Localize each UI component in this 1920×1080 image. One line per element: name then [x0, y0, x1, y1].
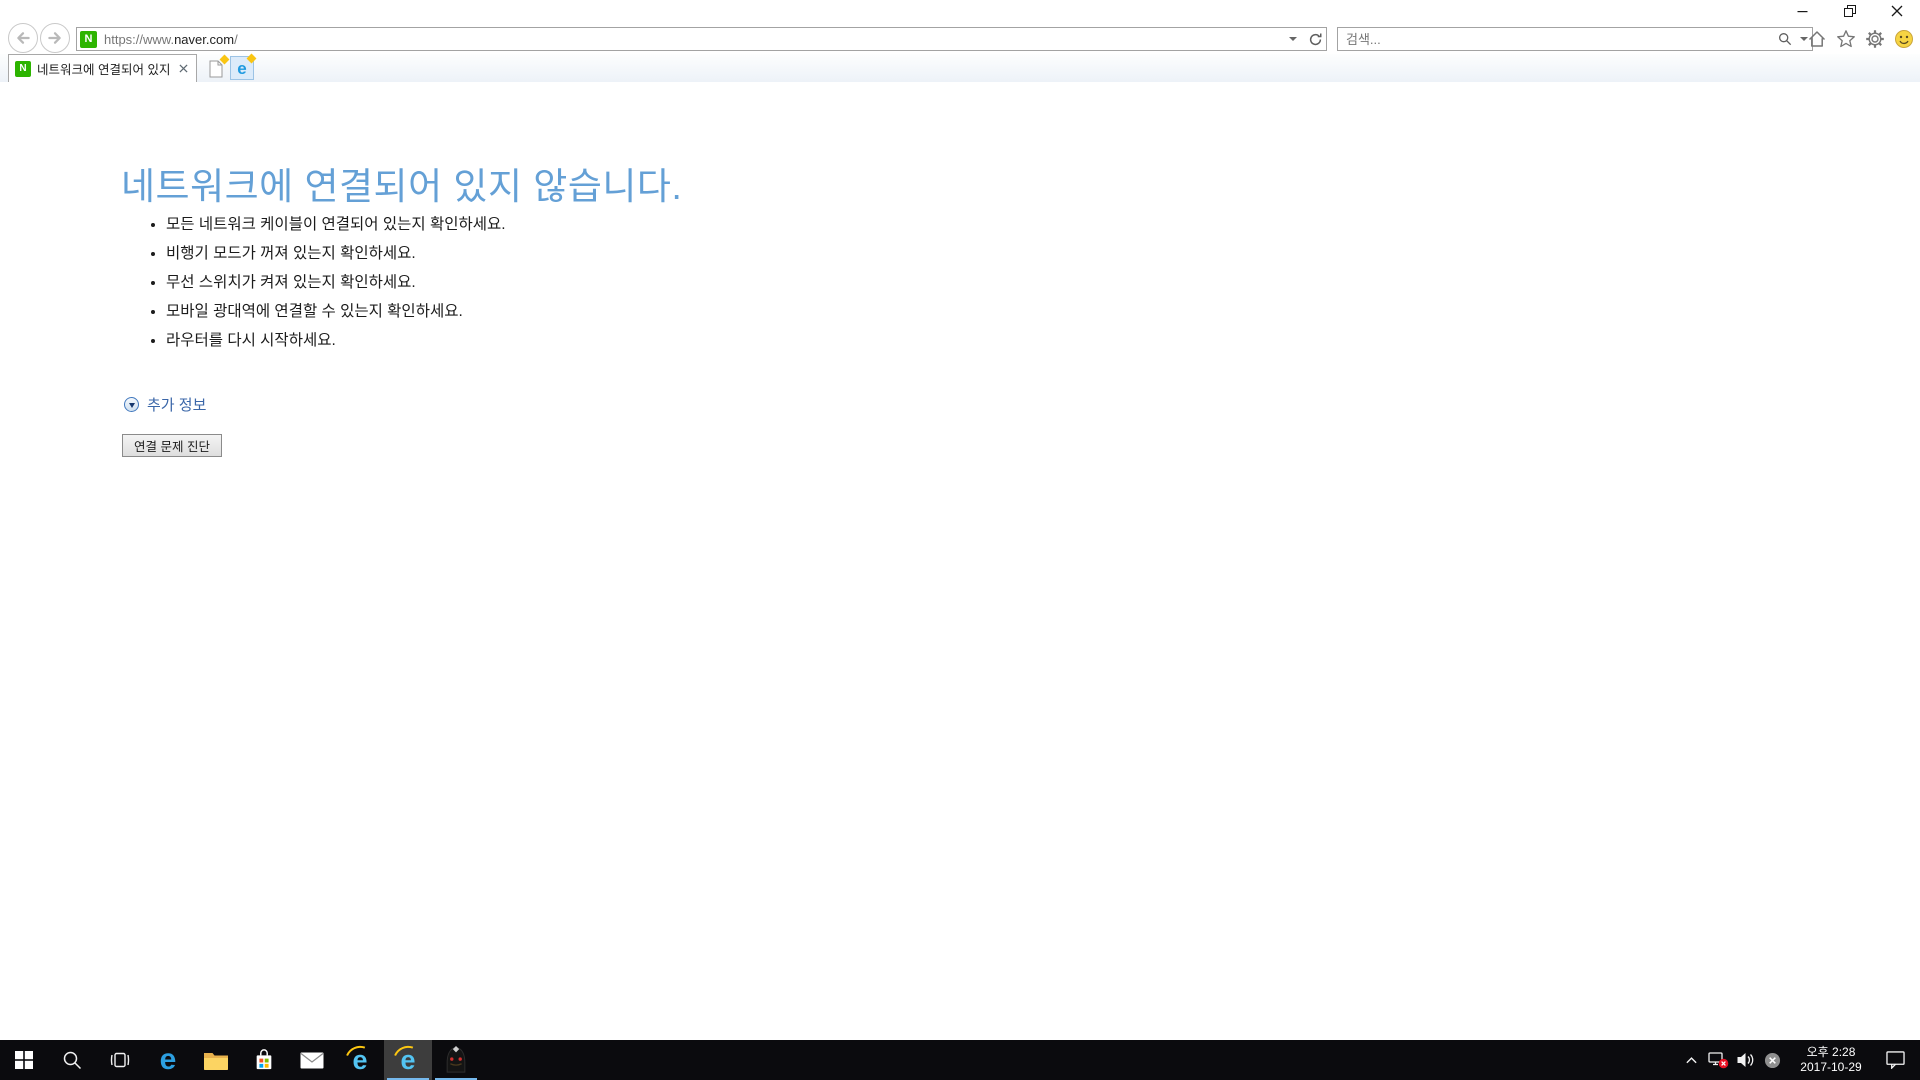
ie-swoosh-icon — [341, 1041, 378, 1077]
smiley-icon — [1894, 29, 1914, 49]
url-text: https://www.naver.com/ — [104, 32, 238, 47]
settings-button[interactable] — [1864, 28, 1886, 50]
tray-app-close-icon[interactable] — [1759, 1040, 1786, 1080]
url-protocol: https://www. — [104, 32, 174, 47]
naver-favicon: N — [80, 31, 97, 48]
back-arrow-icon — [9, 24, 37, 52]
forward-button[interactable] — [40, 23, 70, 53]
page-content: 네트워크에 연결되어 있지 않습니다. 모든 네트워크 케이블이 연결되어 있는… — [0, 82, 1920, 1040]
feedback-button[interactable] — [1893, 28, 1915, 50]
x-circle-icon — [1764, 1052, 1781, 1069]
windows-logo-icon — [15, 1051, 33, 1069]
speaker-icon — [1736, 1052, 1755, 1068]
taskbar-edge-icon[interactable]: e — [144, 1040, 192, 1080]
list-item: 무선 스위치가 켜져 있는지 확인하세요. — [166, 268, 506, 297]
network-status-icon[interactable] — [1705, 1040, 1732, 1080]
system-tray: 오후 2:28 2017-10-29 — [1678, 1040, 1920, 1080]
forward-arrow-icon — [41, 24, 69, 52]
ie-logo-icon: e — [345, 1045, 375, 1075]
restore-button[interactable] — [1826, 0, 1873, 22]
network-disconnected-icon — [1708, 1051, 1729, 1069]
taskbar-clock[interactable]: 오후 2:28 2017-10-29 — [1792, 1045, 1870, 1075]
tab-network-error[interactable]: N 네트워크에 연결되어 있지 ... — [8, 54, 197, 82]
refresh-icon — [1308, 32, 1323, 47]
action-center-button[interactable] — [1876, 1040, 1914, 1080]
close-icon — [1891, 5, 1903, 17]
edge-logo-icon: e — [237, 60, 246, 77]
mail-envelope-icon — [300, 1052, 324, 1069]
more-info-expander[interactable]: 추가 정보 — [124, 394, 206, 415]
close-button[interactable] — [1873, 0, 1920, 22]
list-item: 라우터를 다시 시작하세요. — [166, 326, 506, 355]
taskbar-ie-icon[interactable]: e — [336, 1040, 384, 1080]
show-hidden-icons-button[interactable] — [1678, 1040, 1705, 1080]
window-controls — [1779, 0, 1920, 22]
chevron-down-icon — [1289, 37, 1297, 41]
list-item: 비행기 모드가 꺼져 있는지 확인하세요. — [166, 239, 506, 268]
tab-title: 네트워크에 연결되어 있지 ... — [37, 59, 172, 78]
tab-strip: N 네트워크에 연결되어 있지 ... e — [0, 54, 1920, 82]
home-button[interactable] — [1806, 28, 1828, 50]
naver-favicon: N — [15, 61, 31, 77]
search-box[interactable] — [1337, 27, 1813, 51]
more-info-label: 추가 정보 — [147, 394, 206, 415]
search-icon — [62, 1050, 82, 1070]
taskbar-ie-icon-active[interactable]: e — [384, 1040, 432, 1080]
folder-icon — [203, 1050, 229, 1071]
taskbar: e e e — [0, 1040, 1920, 1080]
back-button[interactable] — [8, 23, 38, 53]
refresh-button[interactable] — [1304, 28, 1326, 50]
new-tab-button[interactable] — [205, 58, 227, 79]
diagnose-connection-button[interactable]: 연결 문제 진단 — [122, 434, 222, 457]
address-bar[interactable]: N https://www.naver.com/ — [76, 27, 1327, 51]
url-path: / — [234, 32, 238, 47]
taskbar-game-app-icon[interactable] — [432, 1040, 480, 1080]
task-view-icon — [109, 1050, 131, 1070]
autocomplete-dropdown-button[interactable] — [1282, 28, 1304, 50]
sparkle-icon — [247, 54, 257, 64]
url-host: naver.com — [174, 32, 234, 47]
search-icon — [1778, 32, 1792, 46]
chevron-up-icon — [1685, 1055, 1698, 1065]
action-center-icon — [1886, 1051, 1905, 1069]
tab-close-button[interactable] — [176, 62, 190, 76]
open-in-edge-button[interactable]: e — [230, 56, 254, 80]
search-input[interactable] — [1338, 32, 1774, 47]
taskbar-mail-icon[interactable] — [288, 1040, 336, 1080]
store-bag-icon — [253, 1048, 275, 1072]
star-icon — [1836, 29, 1856, 49]
taskbar-store-icon[interactable] — [240, 1040, 288, 1080]
start-button[interactable] — [0, 1040, 48, 1080]
minimize-button[interactable] — [1779, 0, 1826, 22]
minimize-icon — [1797, 6, 1808, 17]
taskbar-file-explorer-icon[interactable] — [192, 1040, 240, 1080]
ie-swoosh-icon — [389, 1041, 426, 1077]
favorites-button[interactable] — [1835, 28, 1857, 50]
gear-icon — [1865, 29, 1885, 49]
clock-time: 오후 2:28 — [1792, 1045, 1870, 1060]
edge-logo-icon: e — [160, 1045, 177, 1075]
page-title: 네트워크에 연결되어 있지 않습니다. — [121, 156, 682, 210]
task-view-button[interactable] — [96, 1040, 144, 1080]
ie-logo-icon: e — [393, 1045, 423, 1075]
search-button[interactable] — [1774, 28, 1796, 50]
troubleshooting-list: 모든 네트워크 케이블이 연결되어 있는지 확인하세요. 비행기 모드가 꺼져 … — [136, 210, 506, 355]
home-icon — [1807, 29, 1827, 49]
close-icon — [179, 64, 188, 73]
clock-date: 2017-10-29 — [1792, 1060, 1870, 1075]
list-item: 모든 네트워크 케이블이 연결되어 있는지 확인하세요. — [166, 210, 506, 239]
list-item: 모바일 광대역에 연결할 수 있는지 확인하세요. — [166, 297, 506, 326]
game-mascot-icon — [442, 1045, 470, 1075]
restore-icon — [1844, 5, 1856, 17]
expander-chevron-icon — [124, 397, 139, 412]
taskbar-search-button[interactable] — [48, 1040, 96, 1080]
toolbar-icons — [1806, 27, 1917, 51]
volume-icon[interactable] — [1732, 1040, 1759, 1080]
